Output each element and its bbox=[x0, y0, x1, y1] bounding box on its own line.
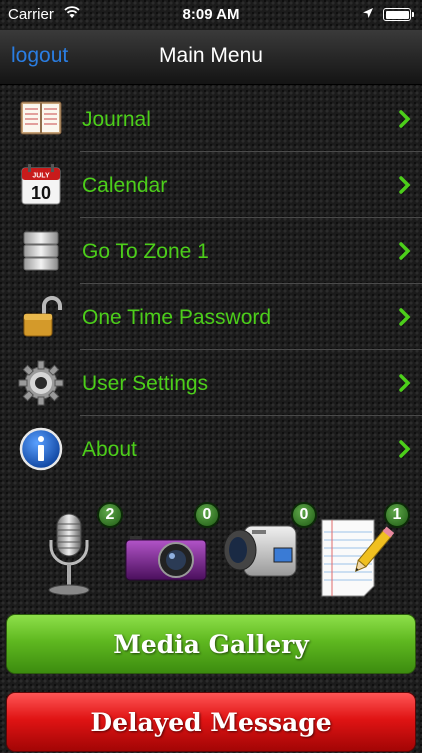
note-count-badge: 1 bbox=[384, 502, 410, 528]
menu-item-label: One Time Password bbox=[82, 306, 272, 329]
navigation-bar: logout Main Menu bbox=[0, 30, 422, 85]
info-icon bbox=[19, 427, 63, 471]
microphone-count-badge: 2 bbox=[97, 502, 123, 528]
write-note-button[interactable] bbox=[318, 514, 398, 598]
photo-count-badge: 0 bbox=[194, 502, 220, 528]
menu-item-label: Go To Zone 1 bbox=[82, 240, 209, 263]
chevron-right-icon bbox=[399, 374, 411, 392]
padlock-icon bbox=[23, 296, 62, 337]
menu-item-label: Calendar bbox=[82, 174, 168, 197]
photo-camera-icon bbox=[125, 536, 207, 581]
note-pencil-icon bbox=[321, 519, 395, 597]
journal-icon bbox=[20, 101, 62, 135]
calendar-icon: JULY 10 bbox=[21, 164, 61, 205]
menu-item-label: User Settings bbox=[82, 372, 209, 395]
battery-icon bbox=[383, 8, 414, 21]
chevron-right-icon bbox=[399, 440, 411, 458]
calendar-day-text: 10 bbox=[31, 183, 51, 203]
chevron-right-icon bbox=[399, 242, 411, 260]
media-gallery-button[interactable]: Media Gallery bbox=[6, 614, 416, 674]
media-capture-strip: 2 0 0 1 bbox=[0, 500, 422, 600]
main-menu-list: Journal JULY 10 Calendar Go To Zone 1 On… bbox=[0, 86, 422, 482]
status-time: 8:09 AM bbox=[182, 6, 240, 23]
microphone-icon bbox=[48, 513, 90, 596]
video-count-badge: 0 bbox=[291, 502, 317, 528]
menu-item-one-time-password[interactable]: One Time Password bbox=[0, 284, 422, 350]
record-video-button[interactable] bbox=[222, 518, 300, 584]
chevron-right-icon bbox=[399, 110, 411, 128]
chevron-right-icon bbox=[399, 176, 411, 194]
menu-item-user-settings[interactable]: User Settings bbox=[0, 350, 422, 416]
menu-item-about[interactable]: About bbox=[0, 416, 422, 482]
status-bar: Carrier 8:09 AM bbox=[0, 0, 422, 30]
menu-item-go-to-zone[interactable]: Go To Zone 1 bbox=[0, 218, 422, 284]
gear-icon bbox=[18, 360, 64, 406]
record-audio-button[interactable] bbox=[40, 512, 98, 598]
database-icon bbox=[23, 231, 59, 271]
take-photo-button[interactable] bbox=[124, 526, 208, 582]
delayed-message-button[interactable]: Delayed Message bbox=[6, 692, 416, 752]
chevron-right-icon bbox=[399, 308, 411, 326]
calendar-month-text: JULY bbox=[32, 173, 50, 180]
menu-item-calendar[interactable]: JULY 10 Calendar bbox=[0, 152, 422, 218]
menu-item-label: Journal bbox=[82, 108, 151, 131]
menu-item-label: About bbox=[82, 438, 137, 461]
video-camera-icon bbox=[223, 525, 297, 577]
page-title: Main Menu bbox=[159, 44, 263, 67]
location-arrow-icon bbox=[363, 8, 373, 18]
menu-item-journal[interactable]: Journal bbox=[0, 86, 422, 152]
